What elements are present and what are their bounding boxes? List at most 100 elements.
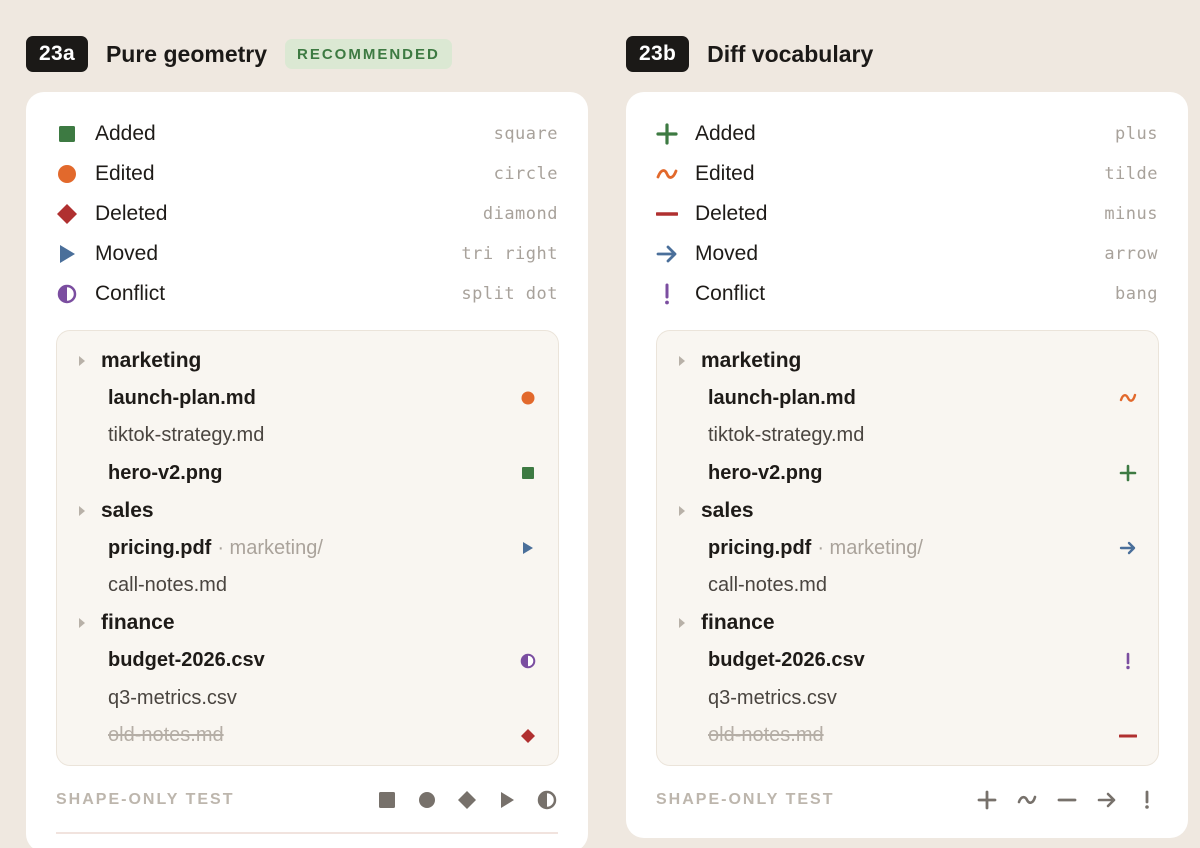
folder-name: marketing bbox=[101, 348, 202, 372]
file-name: launch-plan.md bbox=[708, 386, 856, 409]
file-name: hero-v2.png bbox=[108, 461, 223, 484]
file-row[interactable]: q3-metrics.csv bbox=[657, 680, 1158, 718]
exclamation-icon bbox=[1118, 651, 1138, 671]
caret-right-icon[interactable] bbox=[79, 355, 85, 366]
file-row[interactable]: old-notes.md bbox=[57, 717, 558, 755]
minus-icon bbox=[656, 203, 678, 225]
file-row[interactable]: hero-v2.png bbox=[57, 455, 558, 493]
caret-right-icon[interactable] bbox=[679, 618, 685, 629]
exclamation-icon bbox=[656, 283, 678, 305]
folder-row[interactable]: finance bbox=[57, 605, 558, 643]
divider bbox=[56, 832, 558, 834]
legend-label: Moved bbox=[95, 242, 159, 265]
caret-right-icon[interactable] bbox=[679, 505, 685, 516]
folder-row[interactable]: sales bbox=[57, 492, 558, 530]
tilde-icon bbox=[656, 163, 678, 185]
file-tree: marketing launch-plan.md tiktok-strategy… bbox=[656, 330, 1159, 766]
file-name: tiktok-strategy.md bbox=[108, 424, 265, 447]
folder-row[interactable]: marketing bbox=[57, 342, 558, 380]
folder-row[interactable]: sales bbox=[657, 492, 1158, 530]
diamond-icon bbox=[456, 789, 478, 811]
folder-row[interactable]: marketing bbox=[657, 342, 1158, 380]
caret-right-icon[interactable] bbox=[79, 618, 85, 629]
caret-right-icon[interactable] bbox=[79, 505, 85, 516]
legend-row-moved: Moved arrow bbox=[656, 234, 1158, 274]
legend-row-edited: Edited tilde bbox=[656, 154, 1158, 194]
split-dot-icon bbox=[536, 789, 558, 811]
folder-name: finance bbox=[101, 611, 175, 635]
file-name: tiktok-strategy.md bbox=[708, 424, 865, 447]
file-name: q3-metrics.csv bbox=[708, 686, 837, 709]
file-row[interactable]: pricing.pdf · marketing/ bbox=[657, 530, 1158, 568]
caret-right-icon[interactable] bbox=[679, 355, 685, 366]
file-row[interactable]: launch-plan.md bbox=[657, 380, 1158, 418]
legend-row-added: Added square bbox=[56, 114, 558, 154]
file-name: old-notes.md bbox=[708, 724, 824, 747]
legend-label: Deleted bbox=[695, 202, 768, 225]
legend-row-deleted: Deleted diamond bbox=[56, 194, 558, 234]
file-row[interactable]: budget-2026.csv bbox=[657, 642, 1158, 680]
triangle-right-icon bbox=[56, 243, 78, 265]
diamond-icon bbox=[56, 203, 78, 225]
file-row[interactable]: q3-metrics.csv bbox=[57, 680, 558, 718]
diamond-icon bbox=[518, 726, 538, 746]
legend-code: diamond bbox=[482, 204, 558, 224]
file-row[interactable]: old-notes.md bbox=[657, 717, 1158, 755]
minus-icon bbox=[1118, 726, 1138, 746]
legend-row-conflict: Conflict bang bbox=[656, 274, 1158, 314]
panel-title: Pure geometry bbox=[105, 40, 268, 67]
recommended-badge: RECOMMENDED bbox=[285, 39, 452, 69]
arrow-right-icon bbox=[1096, 789, 1118, 811]
test-icons bbox=[376, 789, 558, 811]
folder-name: sales bbox=[701, 498, 754, 522]
file-name: call-notes.md bbox=[108, 574, 227, 597]
legend-label: Added bbox=[95, 122, 156, 145]
folder-name: finance bbox=[701, 611, 775, 635]
file-row[interactable]: launch-plan.md bbox=[57, 380, 558, 418]
tilde-icon bbox=[1118, 388, 1138, 408]
moved-from-path: · marketing/ bbox=[817, 536, 923, 559]
panel-header: 23b Diff vocabulary bbox=[626, 36, 1188, 72]
file-name: q3-metrics.csv bbox=[108, 686, 237, 709]
file-row[interactable]: budget-2026.csv bbox=[57, 642, 558, 680]
file-tree: marketing launch-plan.md tiktok-strategy… bbox=[56, 330, 559, 766]
panel-tag: 23a bbox=[26, 36, 88, 72]
panel-header: 23a Pure geometry RECOMMENDED bbox=[26, 36, 588, 72]
legend-label: Added bbox=[695, 122, 756, 145]
file-row[interactable]: tiktok-strategy.md bbox=[657, 417, 1158, 455]
file-name: budget-2026.csv bbox=[708, 649, 865, 672]
file-name: call-notes.md bbox=[708, 574, 827, 597]
circle-icon bbox=[518, 388, 538, 408]
split-dot-icon bbox=[56, 283, 78, 305]
legend-row-added: Added plus bbox=[656, 114, 1158, 154]
file-row[interactable]: pricing.pdf · marketing/ bbox=[57, 530, 558, 568]
shape-only-test: SHAPE-ONLY TEST bbox=[656, 788, 1158, 812]
folder-name: sales bbox=[101, 498, 154, 522]
file-name: budget-2026.csv bbox=[108, 649, 265, 672]
file-row[interactable]: hero-v2.png bbox=[657, 455, 1158, 493]
square-icon bbox=[518, 463, 538, 483]
legend-code: minus bbox=[1104, 204, 1158, 224]
square-icon bbox=[56, 123, 78, 145]
legend-row-moved: Moved tri right bbox=[56, 234, 558, 274]
split-dot-icon bbox=[518, 651, 538, 671]
test-label: SHAPE-ONLY TEST bbox=[656, 791, 835, 808]
file-row[interactable]: call-notes.md bbox=[657, 567, 1158, 605]
file-row[interactable]: call-notes.md bbox=[57, 567, 558, 605]
legend: Added square Edited circle Deleted diamo… bbox=[56, 114, 558, 314]
file-name: launch-plan.md bbox=[108, 386, 256, 409]
panel-pure-geometry: 23a Pure geometry RECOMMENDED Added squa… bbox=[26, 36, 588, 848]
legend-code: tilde bbox=[1104, 164, 1158, 184]
circle-icon bbox=[416, 789, 438, 811]
legend-label: Conflict bbox=[695, 282, 766, 305]
legend-label: Edited bbox=[695, 162, 755, 185]
exclamation-icon bbox=[1136, 789, 1158, 811]
panel-diff-vocabulary: 23b Diff vocabulary Added plus Edited ti… bbox=[626, 36, 1188, 838]
shape-only-test: SHAPE-ONLY TEST bbox=[56, 788, 558, 812]
test-label: SHAPE-ONLY TEST bbox=[56, 791, 235, 808]
moved-from-path: · marketing/ bbox=[217, 536, 323, 559]
file-row[interactable]: tiktok-strategy.md bbox=[57, 417, 558, 455]
legend-row-edited: Edited circle bbox=[56, 154, 558, 194]
folder-row[interactable]: finance bbox=[657, 605, 1158, 643]
circle-icon bbox=[56, 163, 78, 185]
